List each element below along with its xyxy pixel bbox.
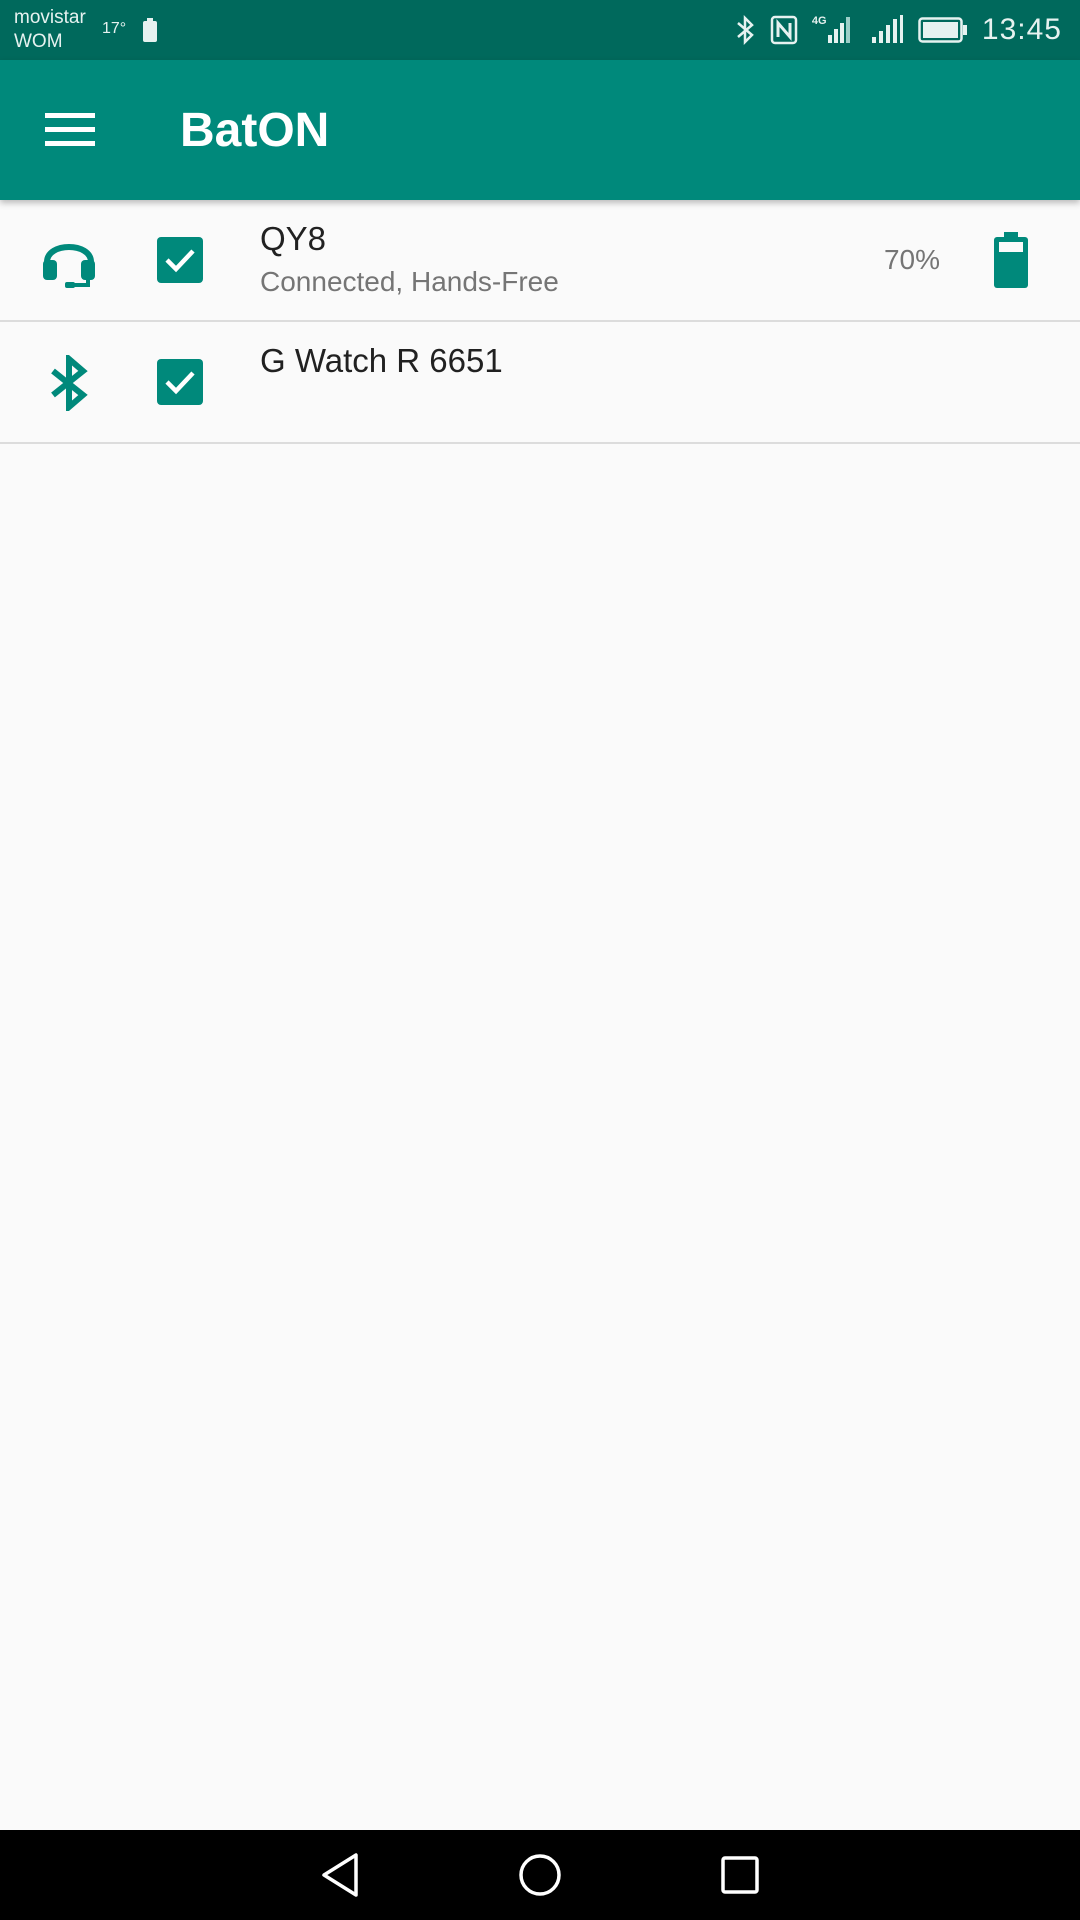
menu-button[interactable] — [30, 100, 110, 160]
bluetooth-icon — [36, 350, 102, 416]
device-name: QY8 — [260, 220, 327, 257]
small-battery-icon — [143, 18, 157, 42]
bluetooth-status-icon — [737, 15, 754, 45]
status-bar: movistar WOM 17° 4G 13:45 — [0, 0, 1080, 60]
checkmark-icon — [165, 371, 195, 395]
status-icons: 4G 13:45 — [736, 0, 1062, 60]
home-circle-icon — [519, 1854, 561, 1896]
carrier-line-2: WOM — [14, 31, 63, 52]
back-button[interactable] — [300, 1835, 380, 1915]
signal-bars-2-icon — [871, 15, 903, 43]
device-checkbox[interactable] — [157, 359, 203, 405]
device-list: QY8 Connected, Hands-Free 70% G Watch R … — [0, 200, 1080, 444]
carrier-line-1: movistar — [14, 7, 86, 28]
nav-bar — [0, 1830, 1080, 1920]
checkmark-icon — [165, 249, 195, 273]
signal-4g: 4G — [812, 15, 856, 45]
nfc-icon — [770, 15, 798, 45]
clock: 13:45 — [981, 13, 1062, 46]
carrier-names: movistar WOM — [14, 6, 86, 54]
device-status: Connected, Hands-Free — [260, 266, 559, 297]
headset-icon — [36, 228, 102, 294]
device-checkbox[interactable] — [157, 237, 203, 283]
hamburger-menu-icon — [45, 113, 95, 146]
battery-status-icon — [918, 17, 967, 43]
recents-square-icon — [721, 1856, 759, 1894]
battery-icon — [994, 232, 1028, 288]
signal-bars-icon — [827, 17, 850, 43]
app-title: BatON — [180, 104, 330, 157]
device-name: G Watch R 6651 — [260, 342, 503, 379]
back-triangle-icon — [322, 1853, 358, 1897]
home-button[interactable] — [500, 1835, 580, 1915]
device-row[interactable]: G Watch R 6651 — [0, 322, 1080, 444]
recents-button[interactable] — [700, 1835, 780, 1915]
temperature: 17° — [102, 20, 127, 37]
battery-percent: 70% — [883, 244, 940, 275]
app-bar: BatON — [0, 60, 1080, 200]
device-row[interactable]: QY8 Connected, Hands-Free 70% — [0, 200, 1080, 322]
